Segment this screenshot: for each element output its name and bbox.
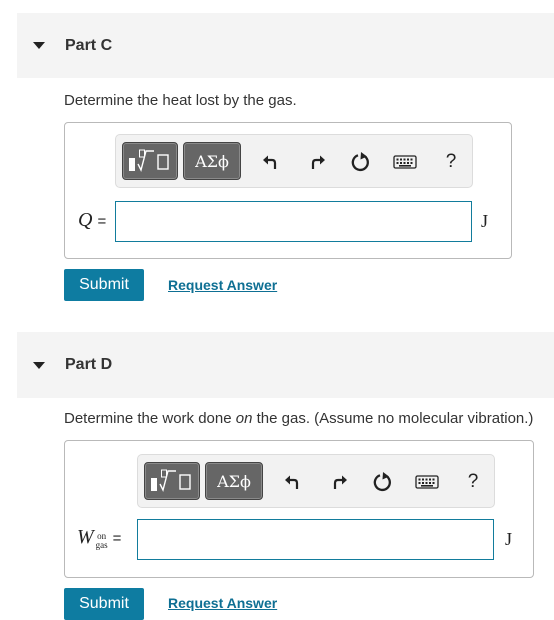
subscript-gas: gas xyxy=(95,540,108,551)
part-c-title: Part C xyxy=(65,36,113,54)
greek-symbols-button[interactable]: ΑΣϕ xyxy=(205,462,263,500)
reset-icon[interactable] xyxy=(371,470,395,494)
part-c-submit-button[interactable]: Submit xyxy=(64,269,144,301)
collapse-caret-icon[interactable] xyxy=(33,361,45,369)
collapse-caret-icon[interactable] xyxy=(33,42,45,49)
w-subscript: on gas xyxy=(96,532,108,550)
w-unit: J xyxy=(505,529,513,549)
templates-button[interactable] xyxy=(144,462,200,500)
q-symbol: Q xyxy=(78,209,93,231)
part-d-prompt-emphasis: on xyxy=(235,410,253,427)
part-c-request-answer-link[interactable]: Request Answer xyxy=(168,277,277,293)
part-d-prompt-end: the gas. (Assume no molecular vibration.… xyxy=(252,410,534,427)
reset-icon[interactable] xyxy=(349,150,373,174)
part-d-math-toolbar: ΑΣϕ ? xyxy=(137,454,495,508)
part-d-title: Part D xyxy=(65,356,113,373)
part-c-prompt: Determine the heat lost by the gas. xyxy=(64,92,297,109)
undo-icon[interactable] xyxy=(281,470,305,494)
part-c-answer-box: ΑΣϕ ? Q = J xyxy=(64,122,512,259)
fraction-root-icon xyxy=(151,469,191,492)
q-variable-label: Q = xyxy=(78,209,106,232)
q-answer-input[interactable] xyxy=(115,201,472,242)
part-d-request-answer-link[interactable]: Request Answer xyxy=(168,595,277,611)
part-c-header[interactable]: Part C xyxy=(17,13,554,78)
keyboard-icon[interactable] xyxy=(415,470,439,494)
undo-icon[interactable] xyxy=(259,150,283,174)
help-button[interactable]: ? xyxy=(461,470,485,494)
part-c-math-toolbar: ΑΣϕ ? xyxy=(115,134,473,188)
greek-symbols-button[interactable]: ΑΣϕ xyxy=(183,142,241,180)
fraction-root-icon xyxy=(129,149,169,172)
w-answer-input[interactable] xyxy=(137,519,494,560)
part-d-answer-box: ΑΣϕ ? Won gas = J xyxy=(64,440,534,578)
part-d-header[interactable]: Part D xyxy=(17,332,554,398)
part-d-prompt-start: Determine the work done xyxy=(64,410,236,427)
part-d-prompt: Determine the work done on the gas. (Ass… xyxy=(64,410,533,427)
equals-sign: = xyxy=(97,213,107,230)
redo-icon[interactable] xyxy=(305,150,329,174)
w-symbol: W xyxy=(77,526,94,548)
part-d-submit-button[interactable]: Submit xyxy=(64,588,144,620)
templates-button[interactable] xyxy=(122,142,178,180)
equals-sign: = xyxy=(112,530,122,547)
keyboard-icon[interactable] xyxy=(393,150,417,174)
help-button[interactable]: ? xyxy=(439,150,463,174)
q-unit: J xyxy=(481,211,489,231)
w-variable-label: Won gas = xyxy=(77,526,121,550)
redo-icon[interactable] xyxy=(327,470,351,494)
